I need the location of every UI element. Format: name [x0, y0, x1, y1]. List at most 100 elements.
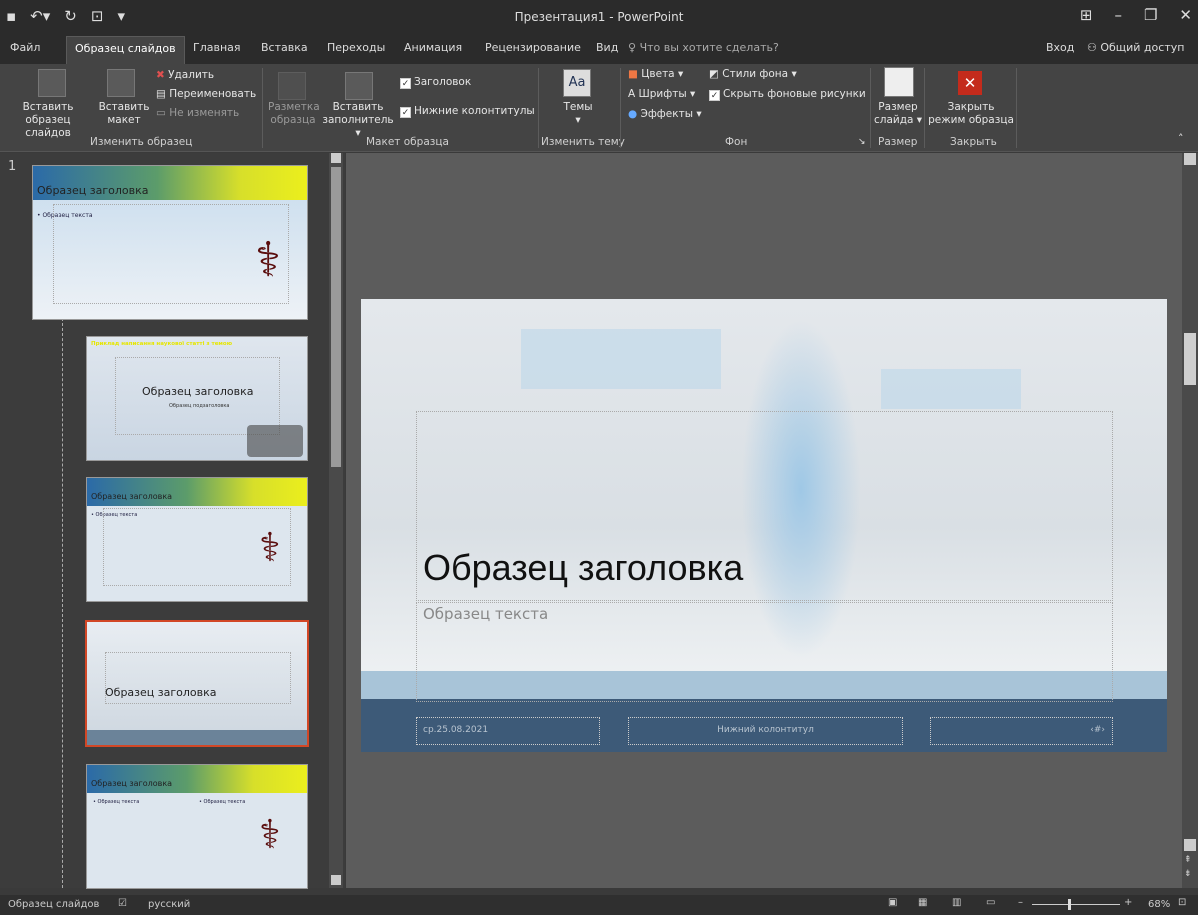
zoom-slider[interactable]: [1032, 904, 1120, 905]
scroll-up-arrow-icon[interactable]: [1184, 153, 1196, 165]
checkbox-checked-icon: ✓: [709, 90, 720, 101]
previous-slide-icon[interactable]: ⇞: [1184, 855, 1192, 865]
hide-background-checkbox[interactable]: ✓ Скрыть фоновые рисунки: [709, 88, 866, 101]
group-size: Размер: [878, 136, 918, 148]
zoom-out-icon[interactable]: –: [1018, 897, 1023, 908]
themes-label: Темы: [563, 101, 593, 113]
effects-label: Эффекты: [640, 108, 694, 120]
footers-checkbox-label: Нижние колонтитулы: [414, 105, 535, 117]
slide-canvas[interactable]: Образец заголовка Образец текста ср.25.0…: [361, 299, 1167, 752]
date-text: ср.25.08.2021: [423, 725, 489, 735]
zoom-in-icon[interactable]: +: [1124, 897, 1132, 908]
tab-view[interactable]: Вид: [596, 41, 618, 54]
dropdown-arrow-icon: ▾: [575, 114, 581, 126]
footer-band: [87, 730, 307, 745]
colors-label: Цвета: [641, 68, 675, 80]
sign-in-link[interactable]: Вход: [1046, 41, 1074, 54]
dropdown-arrow-icon: ▾: [788, 68, 797, 80]
zoom-level[interactable]: 68%: [1148, 899, 1170, 910]
tab-home[interactable]: Главная: [193, 41, 241, 54]
background-styles-button[interactable]: ◩ Стили фона ▾: [709, 68, 797, 81]
slide-size-label-1: Размер: [878, 101, 918, 113]
insert-placeholder-icon: [345, 72, 373, 100]
spelling-icon[interactable]: ☑: [118, 898, 127, 909]
title-checkbox-label: Заголовок: [414, 76, 472, 88]
insert-layout-label-2: макет: [107, 114, 141, 126]
tab-file[interactable]: Файл: [10, 41, 40, 54]
colors-button[interactable]: ■ Цвета ▾: [628, 68, 683, 81]
restore-icon[interactable]: ❐: [1144, 6, 1157, 24]
main-vertical-scrollbar[interactable]: ⇞ ⇟: [1182, 153, 1198, 888]
next-slide-icon[interactable]: ⇟: [1184, 869, 1192, 879]
layout-tree-line: [62, 318, 63, 888]
slide-number-text: ‹#›: [1090, 725, 1105, 735]
thumbnail-two-content-layout[interactable]: Образец заголовка • Образец текста • Обр…: [86, 764, 308, 889]
master-layout-button[interactable]: Разметка образца: [268, 101, 320, 127]
thumbnails-scrollbar[interactable]: [329, 153, 343, 888]
lightbulb-icon: ♀: [628, 41, 640, 54]
scroll-down-arrow-icon[interactable]: [1184, 839, 1196, 851]
group-edit-theme: Изменить тему: [541, 136, 625, 148]
normal-view-icon[interactable]: ▣: [888, 897, 897, 908]
status-language[interactable]: русский: [148, 899, 190, 910]
background-styles-label: Стили фона: [722, 68, 789, 80]
effects-button[interactable]: ● Эффекты ▾: [628, 108, 702, 121]
title-bar: ▪ ↶▾ ↻ ⊡ ▾ Презентация1 - PowerPoint ⊞ –…: [0, 0, 1198, 34]
slide-size-button[interactable]: Размер слайда ▾: [872, 101, 924, 127]
insert-slide-master-label-1: Вставить: [22, 101, 74, 113]
thumbnail-body-text-right: • Образец текста: [199, 799, 246, 805]
title-checkbox[interactable]: ✓ Заголовок: [400, 76, 471, 89]
tab-transitions[interactable]: Переходы: [327, 41, 385, 54]
tell-me-search[interactable]: ♀ Что вы хотите сделать?: [628, 41, 779, 54]
footers-checkbox[interactable]: ✓ Нижние колонтитулы: [400, 105, 535, 118]
insert-placeholder-button[interactable]: Вставить заполнитель ▾: [321, 101, 395, 140]
tab-insert[interactable]: Вставка: [261, 41, 308, 54]
fonts-button[interactable]: A Шрифты ▾: [628, 88, 695, 101]
insert-layout-button[interactable]: Вставить макет: [96, 101, 152, 127]
insert-placeholder-label-2: заполнитель: [322, 114, 394, 126]
minimize-icon[interactable]: –: [1114, 6, 1122, 24]
scroll-thumb[interactable]: [1184, 333, 1196, 385]
tell-me-label: Что вы хотите сделать?: [639, 41, 779, 54]
thumbnail-title-layout[interactable]: Приклад написання наукової статті з темо…: [86, 336, 308, 461]
tab-review[interactable]: Рецензирование: [485, 41, 581, 54]
ribbon-display-options-icon[interactable]: ⊞: [1080, 6, 1093, 24]
insert-slide-master-label-2: образец слайдов: [25, 114, 71, 139]
preserve-button[interactable]: ▭ Не изменять: [156, 107, 239, 120]
tab-animations[interactable]: Анимация: [404, 41, 462, 54]
master-layout-icon: [278, 72, 306, 100]
footer-text: Нижний колонтитул: [717, 725, 814, 735]
close-master-view-button[interactable]: Закрыть режим образца: [926, 101, 1016, 127]
insert-slide-master-button[interactable]: Вставить образец слайдов: [4, 101, 92, 140]
slide-show-icon[interactable]: ▭: [986, 897, 995, 908]
zoom-slider-thumb[interactable]: [1068, 899, 1071, 910]
window-controls: ⊞ – ❐ ✕: [1080, 6, 1192, 24]
close-window-icon[interactable]: ✕: [1179, 6, 1192, 24]
thumbnail-section-header-layout-selected[interactable]: Образец заголовка: [85, 620, 309, 747]
master-layout-label-1: Разметка: [268, 101, 320, 113]
scroll-down-arrow-icon[interactable]: [331, 875, 341, 885]
checkbox-checked-icon: ✓: [400, 107, 411, 118]
thumbnail-title: Образец заголовка: [105, 686, 217, 699]
format-background-launcher-icon[interactable]: ↘: [858, 136, 866, 149]
caduceus-icon: ⚕: [255, 232, 281, 288]
slide-thumbnails-pane: 1 Образец заголовка • Образец текста ⚕ П…: [0, 153, 345, 889]
rename-button[interactable]: ▤ Переименовать: [156, 88, 256, 101]
preserve-label: Не изменять: [169, 107, 240, 119]
scroll-up-arrow-icon[interactable]: [331, 153, 341, 163]
collapse-ribbon-icon[interactable]: ˄: [1178, 132, 1184, 145]
status-bar: Образец слайдов ☑ русский ▣ ▦ ▥ ▭ – + 68…: [0, 895, 1198, 915]
fit-to-window-icon[interactable]: ⊡: [1178, 897, 1186, 908]
tab-slide-master[interactable]: Образец слайдов: [66, 36, 185, 64]
themes-button[interactable]: Темы ▾: [560, 101, 596, 127]
caduceus-icon: ⚕: [259, 525, 281, 571]
thumbnail-slide-master[interactable]: Образец заголовка • Образец текста ⚕: [32, 165, 308, 320]
preserve-icon: ▭: [156, 107, 170, 119]
reading-view-icon[interactable]: ▥: [952, 897, 961, 908]
share-button[interactable]: ⚇ Общий доступ: [1087, 41, 1184, 54]
slide-sorter-icon[interactable]: ▦: [918, 897, 927, 908]
thumbnail-title-content-layout[interactable]: Образец заголовка • Образец текста ⚕: [86, 477, 308, 602]
scroll-thumb[interactable]: [331, 167, 341, 467]
caduceus-icon: ⚕: [259, 812, 281, 858]
delete-button[interactable]: ✖ Удалить: [156, 69, 214, 82]
